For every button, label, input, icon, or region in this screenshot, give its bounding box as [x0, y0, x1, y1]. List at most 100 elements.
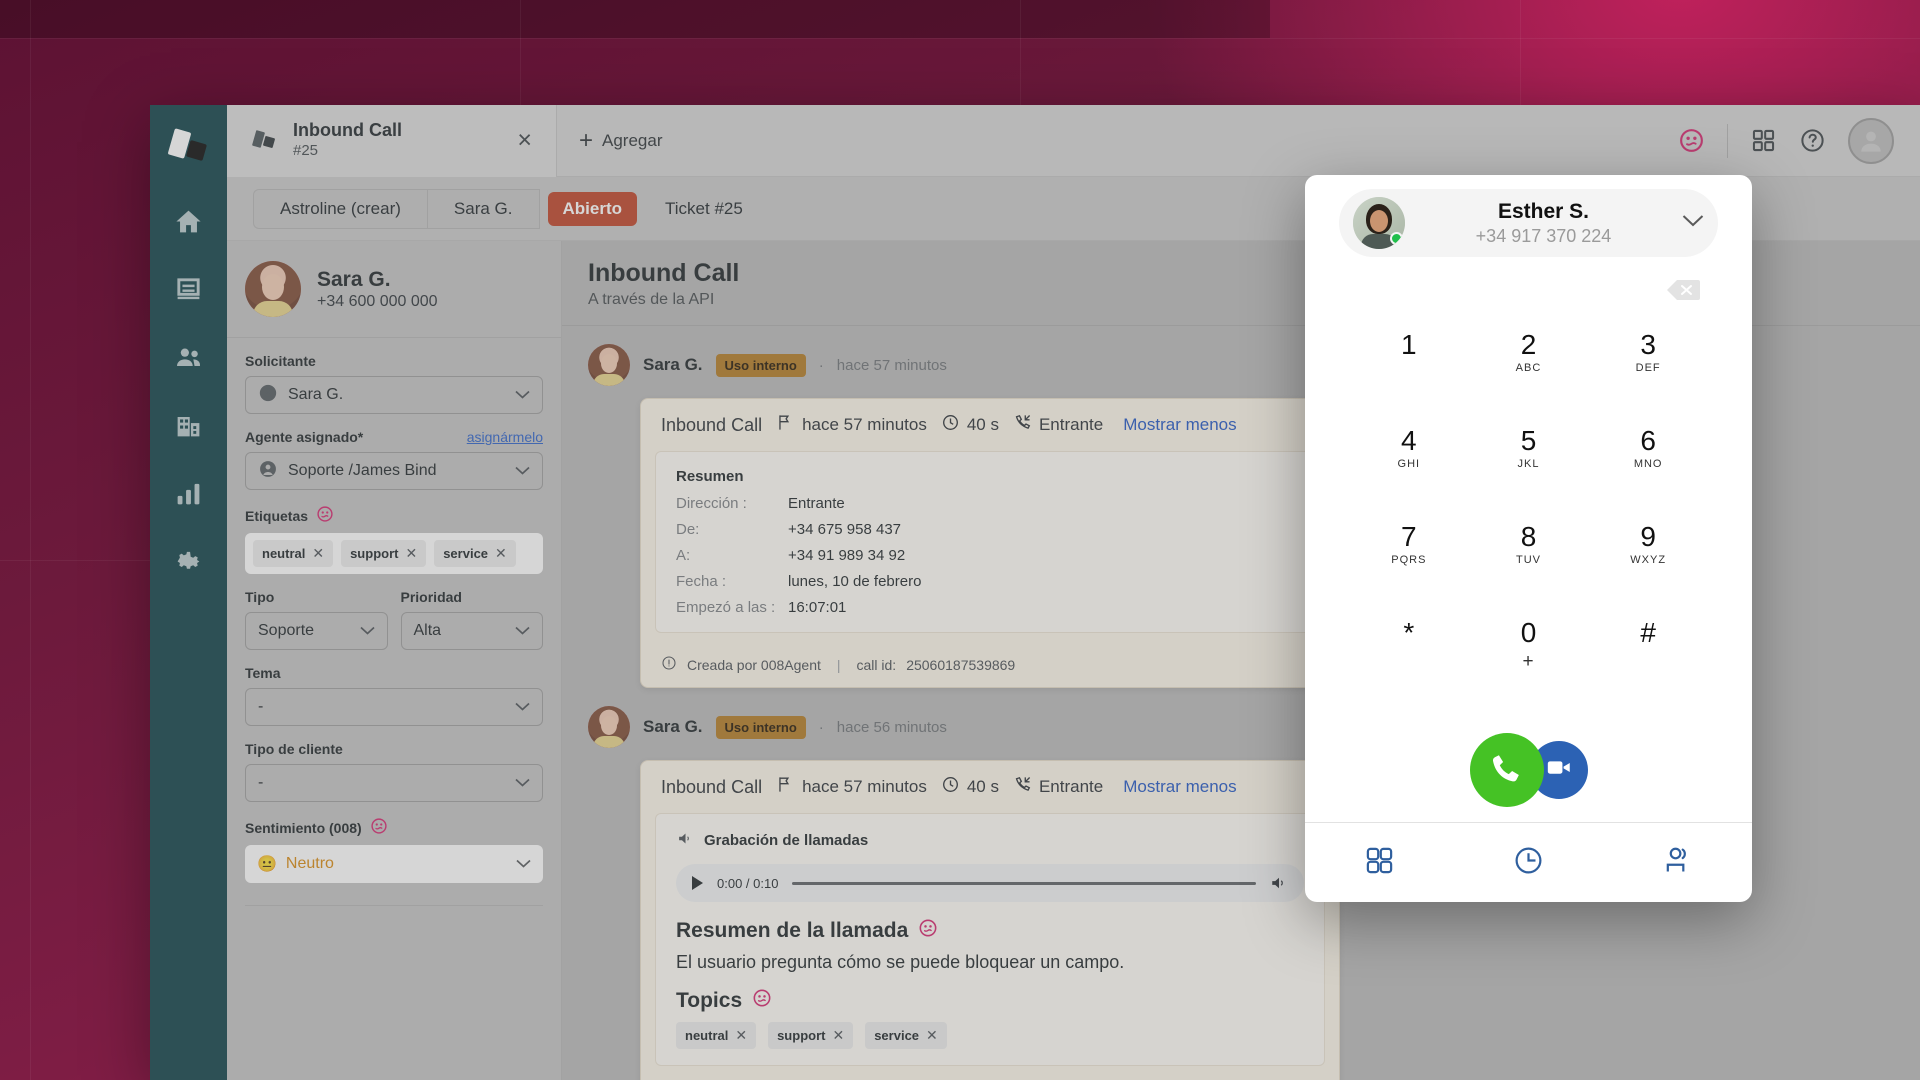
agente-select[interactable]: Soporte /James Bind — [245, 452, 543, 490]
chevron-down-icon[interactable] — [1682, 214, 1704, 232]
apps-grid-icon[interactable] — [1750, 127, 1777, 154]
toggle-details-link[interactable]: Mostrar menos — [1123, 415, 1236, 435]
topic-chip[interactable]: support ✕ — [768, 1022, 854, 1049]
avatar[interactable] — [1848, 117, 1894, 164]
key-7[interactable]: 7 PQRS — [1349, 515, 1469, 611]
key-digit: * — [1403, 617, 1415, 648]
ai-face-icon[interactable] — [1678, 127, 1705, 154]
close-icon[interactable]: ✕ — [312, 545, 324, 562]
key-4[interactable]: 4 GHI — [1349, 419, 1469, 515]
field-sentimiento: Sentimiento (008) 😐 Neutro — [227, 817, 561, 883]
chevron-down-icon — [515, 698, 530, 716]
key-letters: GHI — [1397, 458, 1421, 471]
volume-icon[interactable] — [1270, 874, 1288, 892]
dialer-tabbar — [1305, 822, 1752, 902]
dialer-contact-phone: +34 917 370 224 — [1475, 225, 1612, 246]
key-1[interactable]: 1 — [1349, 323, 1469, 419]
tipo-select[interactable]: Soporte — [245, 612, 388, 650]
close-icon[interactable]: ✕ — [495, 545, 507, 562]
key-5[interactable]: 5 JKL — [1469, 419, 1589, 515]
active-tab[interactable]: Inbound Call #25 × — [227, 105, 557, 177]
tag-chip[interactable]: support ✕ — [341, 540, 427, 567]
field-tipo: Tipo Soporte — [245, 589, 388, 650]
close-icon[interactable]: ✕ — [405, 545, 417, 562]
key-3[interactable]: 3 DEF — [1588, 323, 1708, 419]
solicitante-select[interactable]: Sara G. — [245, 376, 543, 414]
call-card-header: Inbound Call hace 57 minutos 40 s Entran… — [641, 399, 1339, 451]
agente-value: Soporte /James Bind — [288, 462, 437, 479]
status-badge[interactable]: Abierto — [547, 191, 638, 226]
key-digit: 0 — [1520, 617, 1537, 648]
backspace-icon[interactable] — [1666, 278, 1700, 302]
dialer-panel: Esther S. +34 917 370 224 1 2 ABC 3 DEF 4 G… — [1305, 175, 1752, 902]
tipo-cliente-value: - — [258, 774, 264, 791]
call-card-duration: 40 s — [941, 413, 999, 437]
duration-label: 40 s — [966, 415, 999, 434]
help-circle-icon[interactable] — [1799, 127, 1826, 154]
toggle-details-link[interactable]: Mostrar menos — [1123, 777, 1236, 797]
detail-row: Dirección : Entrante — [676, 495, 1304, 512]
key-letters: ABC — [1515, 362, 1542, 375]
tag-chip[interactable]: service ✕ — [434, 540, 516, 567]
sidebar-item-reports[interactable] — [172, 479, 206, 513]
sidebar-item-home[interactable] — [172, 207, 206, 241]
user-circle-icon — [258, 383, 278, 408]
tipo-cliente-select[interactable]: - — [245, 764, 543, 802]
key-2[interactable]: 2 ABC — [1469, 323, 1589, 419]
created-by-label: Creada por 008Agent — [687, 656, 821, 673]
close-icon[interactable]: × — [517, 128, 532, 153]
dialer-tab-contacts[interactable] — [1603, 845, 1752, 881]
call-summary-title-row: Resumen de la llamada — [676, 918, 1304, 944]
flag-icon — [776, 775, 795, 799]
dialer-tab-keypad[interactable] — [1305, 845, 1454, 881]
sidebar-item-tickets[interactable] — [172, 275, 206, 309]
detail-value: +34 91 989 34 92 — [788, 547, 906, 564]
sidebar-item-companies[interactable] — [172, 411, 206, 445]
tema-select[interactable]: - — [245, 688, 543, 726]
key-6[interactable]: 6 MNO — [1588, 419, 1708, 515]
detail-row: Fecha : lunes, 10 de febrero — [676, 573, 1304, 590]
call-card-title: Inbound Call — [661, 414, 763, 435]
key-letters: PQRS — [1391, 554, 1427, 567]
call-button[interactable] — [1469, 733, 1544, 807]
ai-face-icon — [370, 817, 388, 838]
close-icon[interactable]: ✕ — [832, 1027, 844, 1044]
assign-to-me-link[interactable]: asignármelo — [467, 429, 543, 445]
play-icon[interactable] — [692, 876, 703, 890]
sentimiento-select[interactable]: 😐 Neutro — [245, 845, 543, 883]
sidebar-item-settings[interactable] — [172, 547, 206, 581]
add-tab-button[interactable]: + Agregar — [557, 105, 685, 177]
key-star[interactable]: * — [1349, 611, 1469, 718]
key-8[interactable]: 8 TUV — [1469, 515, 1589, 611]
detail-key: Dirección : — [676, 495, 747, 512]
tags-input[interactable]: neutral ✕ support ✕ service ✕ — [245, 533, 543, 574]
topic-chip[interactable]: neutral ✕ — [676, 1022, 757, 1049]
breadcrumb-item-1[interactable]: Sara G. — [426, 188, 540, 229]
speaker-icon — [676, 830, 695, 851]
video-camera-icon — [1545, 754, 1572, 786]
player-progress-bar[interactable] — [792, 881, 1256, 885]
dialer-contact-header[interactable]: Esther S. +34 917 370 224 — [1339, 189, 1718, 257]
astroline-logo[interactable] — [167, 127, 209, 167]
audio-player[interactable]: 0:00 / 0:10 — [676, 864, 1304, 902]
close-icon[interactable]: ✕ — [926, 1027, 938, 1044]
key-9[interactable]: 9 WXYZ — [1588, 515, 1708, 611]
key-digit: 1 — [1401, 329, 1417, 360]
key-hash[interactable]: # — [1588, 611, 1708, 718]
prioridad-select[interactable]: Alta — [400, 612, 543, 650]
field-label: Tipo de cliente — [245, 741, 343, 757]
tag-chip[interactable]: neutral ✕ — [253, 540, 334, 567]
key-0[interactable]: 0 + — [1469, 611, 1589, 718]
detail-key: Fecha : — [676, 573, 727, 590]
sidebar-item-contacts[interactable] — [172, 343, 206, 377]
key-digit: 3 — [1640, 329, 1656, 360]
sentiment-emoji: 😐 — [257, 856, 277, 873]
chevron-down-icon — [515, 774, 530, 792]
dialer-action-row — [1305, 718, 1752, 822]
breadcrumb-item-0[interactable]: Astroline (crear) — [253, 188, 427, 229]
close-icon[interactable]: ✕ — [735, 1027, 747, 1044]
call-card-flagtime: hace 57 minutos — [776, 775, 927, 799]
dialer-number-field[interactable] — [1305, 257, 1752, 323]
topic-chip[interactable]: service ✕ — [865, 1022, 947, 1049]
dialer-tab-history[interactable] — [1454, 845, 1603, 881]
